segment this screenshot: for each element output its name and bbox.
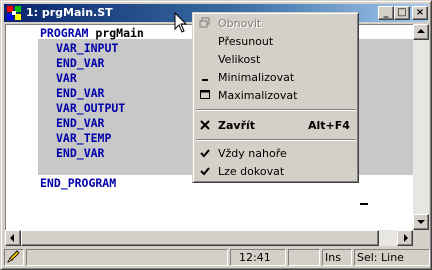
menu-separator <box>196 109 356 111</box>
maximize-button[interactable]: □ <box>394 6 410 20</box>
menu-item-minimize[interactable]: Minimalizovat <box>195 69 357 87</box>
status-icon-panel <box>4 249 24 266</box>
scroll-up-button[interactable] <box>413 24 429 40</box>
code-line: PROGRAM prgMain <box>40 26 144 40</box>
arrow-right-icon <box>404 234 408 242</box>
menu-item-dockable[interactable]: Lze dokovat <box>195 163 357 181</box>
code-line: END_VAR <box>56 146 105 160</box>
minimize-icon <box>199 71 211 83</box>
window-title: 1: prgMain.ST <box>26 6 113 19</box>
status-bar: 12:41 Ins Sel: Line <box>4 247 430 267</box>
code-line: END_VAR <box>56 116 105 130</box>
close-icon <box>199 119 211 131</box>
maximize-icon <box>199 89 211 101</box>
code-line: END_VAR <box>56 86 105 100</box>
maximize-icon: □ <box>397 7 407 18</box>
system-menu: Obnovit Přesunout Velikost Minimalizovat… <box>192 12 359 183</box>
minimize-icon: _ <box>383 7 389 18</box>
scroll-down-button[interactable] <box>413 214 429 230</box>
code-line: END_VAR <box>56 56 105 70</box>
text-caret <box>360 203 368 205</box>
scroll-left-button[interactable] <box>5 230 21 246</box>
status-insert-mode: Ins <box>322 249 352 266</box>
menu-item-move[interactable]: Přesunout <box>195 33 357 51</box>
menu-item-close[interactable]: Zavřít Alt+F4 <box>195 117 357 135</box>
app-icon[interactable] <box>6 5 22 21</box>
arrow-down-icon <box>417 220 425 224</box>
restore-icon <box>199 17 211 29</box>
scroll-thumb[interactable] <box>21 230 379 246</box>
minimize-button[interactable]: _ <box>378 6 394 20</box>
code-line: VAR_INPUT <box>56 41 119 55</box>
arrow-up-icon <box>417 29 425 33</box>
menu-item-maximize[interactable]: Maximalizovat <box>195 87 357 105</box>
status-blank <box>288 249 320 266</box>
menu-item-restore[interactable]: Obnovit <box>195 15 357 33</box>
close-icon: × <box>415 7 425 18</box>
checkmark-icon <box>199 147 211 159</box>
size-grip <box>413 230 429 246</box>
code-line: VAR <box>56 71 77 85</box>
status-selection-mode: Sel: Line <box>354 249 430 266</box>
code-line: VAR_OUTPUT <box>56 101 126 115</box>
arrow-left-icon <box>10 234 14 242</box>
vertical-scrollbar[interactable] <box>413 24 429 230</box>
horizontal-scrollbar[interactable] <box>5 230 413 246</box>
menu-separator <box>196 139 356 141</box>
shortcut-label: Alt+F4 <box>308 119 350 132</box>
pencil-icon <box>7 250 20 263</box>
code-line: END_PROGRAM <box>40 176 117 190</box>
menu-item-size[interactable]: Velikost <box>195 51 357 69</box>
close-button[interactable]: × <box>412 6 428 20</box>
menu-item-always-on-top[interactable]: Vždy nahoře <box>195 145 357 163</box>
status-time: 12:41 <box>230 249 286 266</box>
mouse-pointer-icon <box>174 12 188 33</box>
status-message <box>26 249 228 266</box>
code-line: VAR_TEMP <box>56 131 112 145</box>
scroll-right-button[interactable] <box>397 230 413 246</box>
checkmark-icon <box>199 165 211 177</box>
program-name: prgMain <box>88 26 144 40</box>
